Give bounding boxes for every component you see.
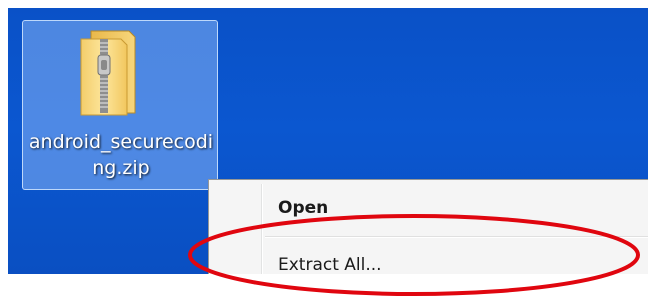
menu-item-extract-all[interactable]: Extract All... <box>212 245 648 274</box>
context-menu: Open Extract All... <box>208 179 648 274</box>
screenshot: android_securecoding.zip Open Extract Al… <box>0 0 654 298</box>
desktop-icon-zip-file[interactable]: android_securecoding.zip <box>22 20 218 190</box>
menu-item-label: Open <box>278 198 329 218</box>
zip-folder-icon <box>80 30 136 116</box>
menu-separator <box>265 236 648 238</box>
desktop[interactable]: android_securecoding.zip Open Extract Al… <box>8 8 648 274</box>
menu-item-open[interactable]: Open <box>212 188 648 228</box>
menu-item-label: Extract All... <box>278 255 382 274</box>
desktop-icon-label: android_securecoding.zip <box>28 131 214 179</box>
